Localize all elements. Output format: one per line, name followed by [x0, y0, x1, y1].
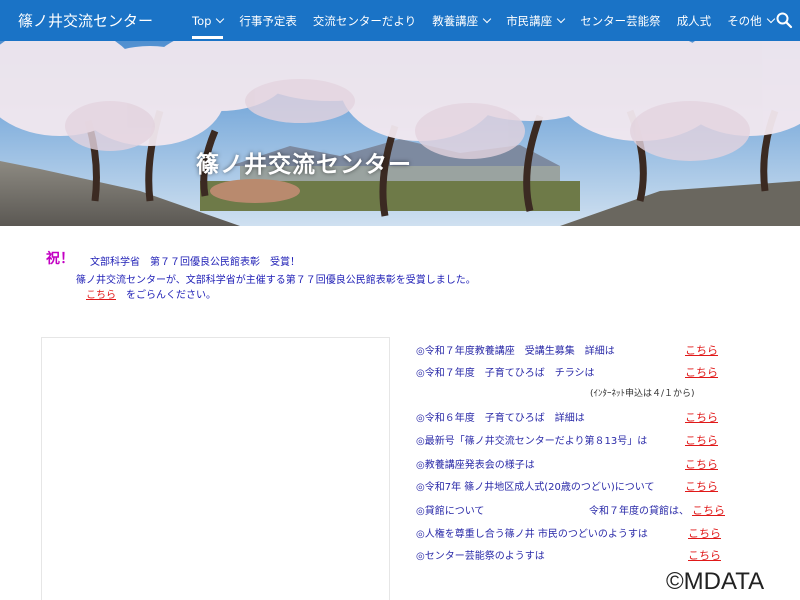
list-item-link[interactable]: こちら	[688, 547, 721, 563]
nav-item-other[interactable]: その他	[719, 0, 782, 41]
embedded-frame	[41, 337, 390, 600]
list-item-link[interactable]: こちら	[685, 364, 718, 380]
nav-item-citizen-courses[interactable]: 市民講座	[498, 0, 572, 41]
list-item-text: ◎最新号「篠ノ井交流センターだより第８13号」は	[416, 436, 648, 447]
list-item-text: ◎人権を尊重し合う篠ノ井 市民のつどいのようすは	[416, 529, 648, 540]
nav-label: その他	[727, 13, 762, 28]
hero-banner: 篠ノ井交流センター	[0, 41, 800, 226]
search-icon[interactable]	[775, 11, 793, 29]
nav-item-coming-of-age[interactable]: 成人式	[669, 0, 720, 41]
nav-item-schedule[interactable]: 行事予定表	[231, 0, 305, 41]
chevron-down-icon	[766, 14, 775, 23]
copyright-watermark: ©MDATA	[666, 568, 765, 595]
list-item-link[interactable]: こちら	[692, 502, 725, 518]
chevron-down-icon	[482, 14, 492, 23]
nav-item-arts-festival[interactable]: センター芸能祭	[572, 0, 669, 41]
chevron-down-icon	[216, 14, 225, 23]
nav-label: 成人式	[676, 13, 712, 28]
notice-link[interactable]: こちら	[86, 286, 116, 301]
nav-item-newsletter[interactable]: 交流センターだより	[305, 0, 424, 41]
site-title[interactable]: 篠ノ井交流センター	[18, 10, 153, 31]
cherry-blossom-photo	[0, 41, 800, 226]
list-item-text: ◎令和７年度 子育てひろば チラシは	[416, 368, 595, 379]
nav-label: センター芸能祭	[580, 13, 661, 28]
list-item-link[interactable]: こちら	[685, 432, 718, 448]
notice-headline: 文部科学省 第７７回優良公民館表彰 受賞！	[90, 257, 300, 268]
list-item-text: ◎貸館について	[416, 506, 485, 517]
online-application-note: (ｲﾝﾀｰﾈｯﾄ申込は４/１から)	[590, 389, 695, 399]
nav-label: 行事予定表	[239, 13, 297, 28]
notice-body: 篠ノ井交流センターが、文部科学省が主催する第７７回優良公民館表彰を受賞しました。	[76, 275, 476, 286]
list-item-extra: 令和７年度の貸館は、	[589, 506, 689, 517]
congratulations-mark: 祝！	[46, 251, 74, 267]
main-nav: Top 行事予定表 交流センターだより 教養講座 市民講座 センター芸能祭 成人…	[184, 0, 782, 41]
list-item-link[interactable]: こちら	[685, 456, 718, 472]
list-item-text: ◎令和7年 篠ノ井地区成人式(20歳のつどい)について	[416, 482, 655, 493]
list-item-text: ◎教養講座発表会の様子は	[416, 460, 535, 471]
hero-title: 篠ノ井交流センター	[196, 152, 412, 178]
nav-item-culture-courses[interactable]: 教養講座	[424, 0, 498, 41]
nav-label: 交流センターだより	[312, 13, 417, 28]
list-item-link[interactable]: こちら	[688, 525, 721, 541]
nav-item-top[interactable]: Top	[184, 0, 231, 41]
list-item-link[interactable]: こちら	[685, 409, 718, 425]
list-item-text: ◎令和６年度 子育てひろば 詳細は	[416, 413, 585, 424]
top-navbar: 篠ノ井交流センター Top 行事予定表 交流センターだより 教養講座 市民講座 …	[0, 0, 800, 41]
list-item-text: ◎令和７年度教養講座 受講生募集 詳細は	[416, 346, 615, 357]
chevron-down-icon	[556, 14, 566, 23]
nav-label: 市民講座	[506, 13, 553, 28]
nav-label: 教養講座	[432, 13, 479, 28]
list-item-text: ◎センター芸能祭のようすは	[416, 551, 545, 562]
notice-tail: をごらんください。	[126, 290, 216, 301]
nav-label: Top	[192, 13, 212, 28]
list-item-link[interactable]: こちら	[685, 342, 718, 358]
list-item-link[interactable]: こちら	[685, 478, 718, 494]
